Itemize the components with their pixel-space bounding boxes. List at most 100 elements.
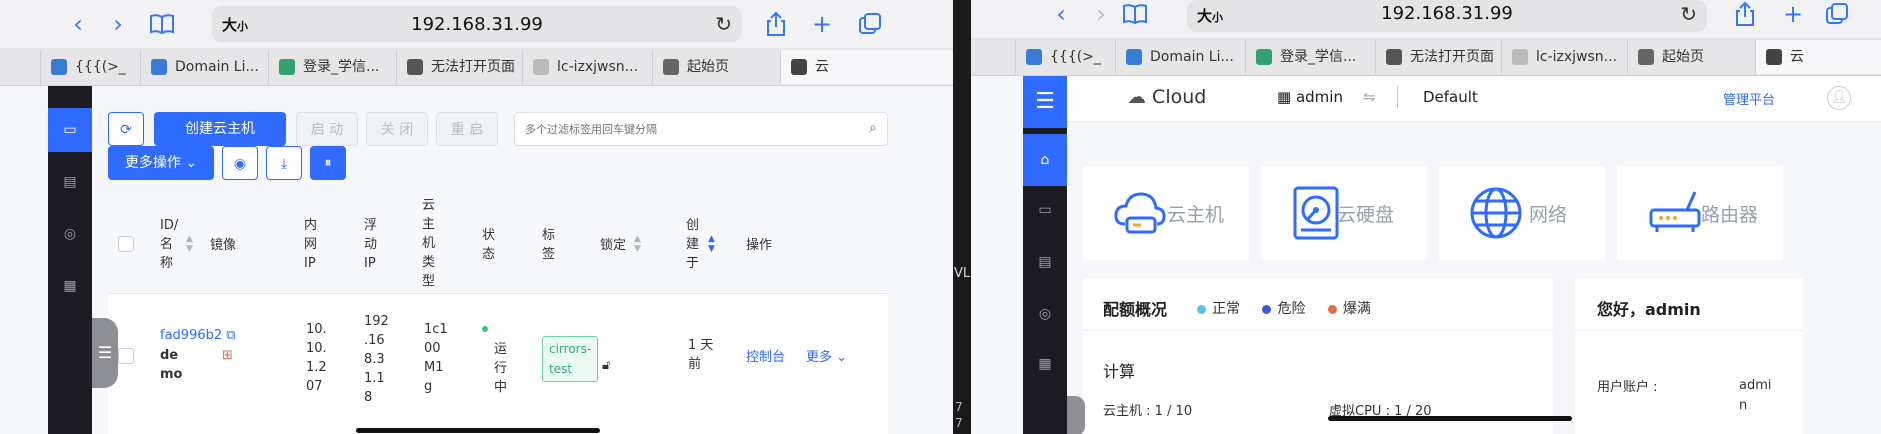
copy-icon[interactable]: ⧉ [226,328,235,343]
collapse-drawer-handle[interactable] [1067,396,1085,434]
chevron-down-icon: ⌄ [185,155,198,171]
browser-tab[interactable]: 无法打开页面 [396,50,522,84]
sidebar-item-storage[interactable]: ▤ [48,160,92,204]
sidebar-item-storage[interactable]: ▤ [1023,236,1067,288]
filter-search[interactable]: ⌕ [514,112,888,146]
filter-input[interactable] [515,113,835,145]
sidebar-item-compute[interactable]: ▭ [48,108,92,152]
address-bar[interactable]: 大小 192.168.31.99 ↻ [1187,0,1707,32]
unlock-icon[interactable]: 🔓︎ [602,356,610,375]
globe-icon [1470,187,1522,239]
download-button[interactable]: ⤓ [266,146,302,180]
cloud-logo-icon: ☁ [1127,86,1146,108]
instance-id-link[interactable]: fad996b2 ⧉ [160,326,236,345]
sort-desc-icon[interactable]: ▲ ▼ [708,234,715,254]
header-float-ip: 浮动 IP [364,218,378,271]
tab-favicon-icon [279,59,295,75]
sidebar-item-apps[interactable]: ▦ [1023,338,1067,390]
sidebar-item-home[interactable]: ⌂ [1023,134,1067,186]
header-lock[interactable]: 锁定 [600,236,626,255]
address-bar[interactable]: 大小 192.168.31.99 ↻ [212,6,742,42]
pause-button[interactable]: ⏸ [310,146,346,180]
browser-tab[interactable]: 云 [1755,40,1881,74]
chevron-down-icon: ⌄ [836,350,848,365]
browser-tab[interactable]: Domain Li... [1115,40,1245,74]
admin-platform-link[interactable]: 管理平台 [1723,89,1775,108]
share-icon[interactable] [1731,0,1759,28]
reload-icon[interactable]: ↻ [715,12,732,36]
browser-tab[interactable]: {{{(>_ [40,50,140,84]
instance-name: de mo [160,348,183,382]
reload-icon[interactable]: ↻ [1680,2,1697,26]
browser-tab[interactable]: Domain Li... [140,50,268,84]
browser-tab[interactable]: {{{(>_ [1015,40,1115,74]
tag-badge[interactable]: cirrors-test [542,336,599,382]
more-actions-button[interactable]: 更多操作 ⌄ [108,146,214,180]
new-tab-icon[interactable]: + [808,10,836,38]
browser-tab[interactable]: lc-izxjwsn... [522,50,652,84]
home-indicator [356,428,600,433]
logo[interactable]: ☁ Cloud [1127,86,1206,108]
create-instance-button[interactable]: 创建云主机 [154,112,286,146]
sidebar-item-network[interactable]: ◎ [48,212,92,256]
sidebar-item-network[interactable]: ◎ [1023,288,1067,340]
sort-icon[interactable]: ▲ ▼ [634,234,641,254]
tile-routers[interactable]: 路由器 [1617,166,1783,260]
forward-icon[interactable]: › [1087,0,1115,28]
header-status: 状态 [482,228,496,262]
row-more-link[interactable]: 更多 ⌄ [806,348,847,367]
sidebar-item-compute[interactable]: ▭ [1023,184,1067,236]
row-checkbox[interactable] [118,348,134,364]
tab-favicon-icon [151,59,167,75]
sort-icon[interactable]: ▲ ▼ [186,234,193,254]
stop-button[interactable]: 关 闭 [366,112,428,146]
browser-tab[interactable]: 无法打开页面 [1375,40,1501,74]
back-icon[interactable]: ‹ [1047,0,1075,28]
collapse-drawer-handle[interactable]: ☰ [92,318,118,388]
table-header: ID/名称 ▲ ▼ 镜像 内网 IP 浮动 IP 云主机类型 状态 标 签 锁定… [108,196,888,294]
view-button[interactable]: ◉ [222,146,258,180]
browser-tab[interactable]: lc-izxjwsn... [1501,40,1627,74]
forward-icon[interactable]: › [104,10,132,38]
grid-icon: ▦ [1038,356,1052,372]
switch-icon[interactable]: ⇋ [1363,88,1376,106]
tile-network[interactable]: 网络 [1439,166,1605,260]
refresh-button[interactable]: ⟳ [108,112,144,146]
share-icon[interactable] [762,10,790,38]
browser-tab[interactable]: 起始页 [652,50,780,84]
globe-icon: ◎ [63,226,77,242]
menu-toggle[interactable]: ☰ [1023,76,1067,128]
split-divider[interactable]: VL 7 7 [953,0,971,434]
browser-tab[interactable]: 起始页 [1627,40,1755,74]
header-id-name[interactable]: ID/名称 [160,216,178,273]
tile-instances[interactable]: 云主机 [1083,166,1249,260]
browser-tab[interactable]: 云 [780,50,953,84]
legend-normal: 正常 [1197,301,1240,317]
user-switcher[interactable]: ▦ admin [1277,88,1343,106]
tab-overview-icon[interactable] [1823,0,1851,28]
new-tab-icon[interactable]: + [1779,0,1807,28]
hamburger-icon: ☰ [1035,89,1055,114]
bookmarks-icon[interactable] [148,10,176,38]
avatar[interactable]: 👤︎ [1827,86,1851,110]
search-icon[interactable]: ⌕ [869,120,877,136]
refresh-icon: ⟳ [120,122,132,138]
start-button[interactable]: 启 动 [296,112,358,146]
header-created[interactable]: 创建于 [686,216,699,273]
back-icon[interactable]: ‹ [64,10,92,38]
restart-button[interactable]: 重 启 [436,112,498,146]
browser-tab[interactable]: 登录_学信... [268,50,396,84]
tile-volumes[interactable]: 云硬盘 [1261,166,1427,260]
browser-tab[interactable]: 登录_学信... [1245,40,1375,74]
tab-label: {{{(>_ [75,59,126,75]
tab-favicon-icon [51,59,67,75]
sidebar-item-apps[interactable]: ▦ [48,264,92,308]
tab-favicon-icon [663,59,679,75]
account-value: admi n [1739,378,1772,413]
bookmarks-icon[interactable] [1121,0,1149,28]
account-label: 用户账户 : [1597,380,1658,395]
console-link[interactable]: 控制台 [746,348,785,367]
select-all-checkbox[interactable] [118,236,134,252]
project-name[interactable]: Default [1423,88,1478,106]
tab-overview-icon[interactable] [856,10,884,38]
